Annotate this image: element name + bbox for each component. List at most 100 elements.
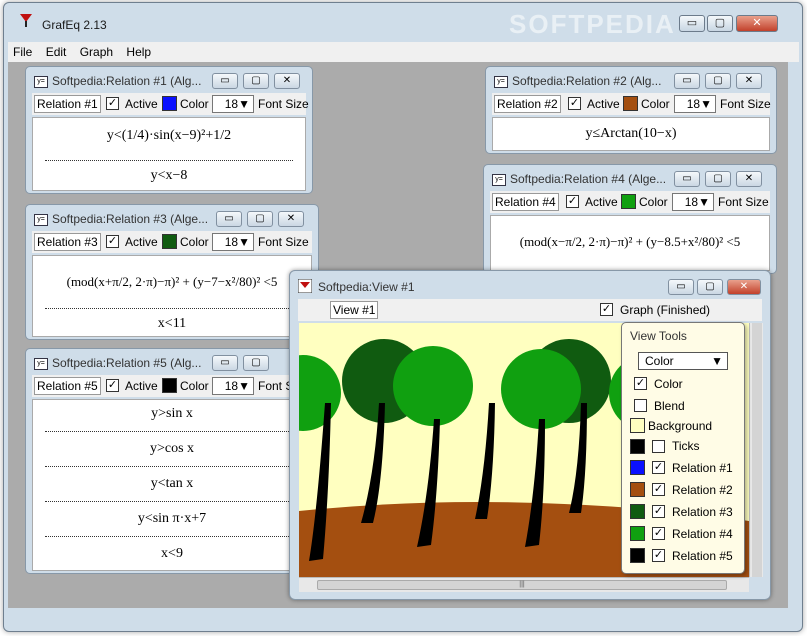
tools-relation-1-checkbox[interactable]: ✓ (652, 461, 665, 474)
relation-4-minimize[interactable]: ▭ (674, 171, 700, 187)
color-checkbox[interactable]: ✓ (634, 377, 647, 390)
relation-5-eq-2[interactable]: y>cos x (33, 441, 311, 457)
divider (45, 466, 299, 467)
relation-3-minimize[interactable]: ▭ (216, 211, 242, 227)
maximize-button[interactable]: ▢ (707, 15, 733, 32)
relation-4-equations[interactable]: (mod(x−π/2, 2·π)−π)² + (y−8.5+x²/80)² <5 (490, 215, 770, 271)
relation-3-maximize[interactable]: ▢ (247, 211, 273, 227)
view-minimize[interactable]: ▭ (668, 279, 694, 295)
horizontal-scrollbar[interactable]: ||| (299, 577, 749, 592)
relation-2-color-swatch[interactable] (623, 96, 638, 111)
tools-relation-4-checkbox[interactable]: ✓ (652, 527, 665, 540)
relation-2-close[interactable]: ✕ (736, 73, 762, 89)
relation-3-eq-2[interactable]: x<11 (33, 316, 311, 332)
relation-5-color-swatch[interactable] (162, 378, 177, 393)
chevron-down-icon: ▼ (711, 354, 723, 368)
minimize-button[interactable]: ▭ (679, 15, 705, 32)
relation-1-equations[interactable]: y<(1/4)·sin(x−9)²+1/2 y<x−8 (32, 117, 306, 191)
tools-relation-1-swatch[interactable] (630, 460, 645, 475)
menu-edit[interactable]: Edit (41, 42, 72, 62)
relation-window-icon: y= (34, 358, 48, 370)
relation-2-eq-1[interactable]: y≤Arctan(10−x) (493, 126, 769, 142)
relation-5-eq-5[interactable]: x<9 (33, 546, 311, 562)
relation-3-font-size-select[interactable]: 18▼ (212, 233, 254, 251)
relation-5-window: y= Softpedia:Relation #5 (Alg... ▭ ▢ Rel… (25, 348, 319, 574)
relation-2-equations[interactable]: y≤Arctan(10−x) (492, 117, 770, 151)
relation-3-window: y= Softpedia:Relation #3 (Alge... ▭ ▢ ✕ … (25, 204, 319, 340)
relation-4-maximize[interactable]: ▢ (705, 171, 731, 187)
relation-2-name-field[interactable]: Relation #2 (494, 95, 561, 113)
relation-1-minimize[interactable]: ▭ (212, 73, 238, 89)
relation-1-eq-2[interactable]: y<x−8 (33, 168, 305, 184)
relation-5-color-label: Color (180, 379, 209, 393)
menu-help[interactable]: Help (121, 42, 156, 62)
relation-4-active-checkbox[interactable]: ✓ (566, 195, 579, 208)
tree-light-2 (501, 349, 581, 429)
relation-5-equations[interactable]: y>sin x y>cos x y<tan x y<sin π·x+7 x<9 (32, 399, 312, 571)
relation-1-font-size-select[interactable]: 18▼ (212, 95, 254, 113)
relation-3-close[interactable]: ✕ (278, 211, 304, 227)
relation-4-color-swatch[interactable] (621, 194, 636, 209)
menu-graph[interactable]: Graph (75, 42, 118, 62)
background-color-swatch[interactable] (630, 418, 645, 433)
relation-2-title: Softpedia:Relation #2 (Alg... (512, 74, 662, 88)
tools-relation-2-swatch[interactable] (630, 482, 645, 497)
view-maximize[interactable]: ▢ (697, 279, 723, 295)
relation-4-font-size-select[interactable]: 18▼ (672, 193, 714, 211)
relation-3-active-checkbox[interactable]: ✓ (106, 235, 119, 248)
relation-4-close[interactable]: ✕ (736, 171, 762, 187)
ticks-color-swatch[interactable] (630, 439, 645, 454)
relation-2-maximize[interactable]: ▢ (705, 73, 731, 89)
relation-2-active-label: Active (587, 97, 620, 111)
relation-window-icon: y= (494, 76, 508, 88)
horizontal-scroll-thumb[interactable]: ||| (317, 580, 727, 590)
relation-4-name-field[interactable]: Relation #4 (492, 193, 559, 211)
main-titlebar[interactable]: GrafEq 2.13 SOFTPEDIA ▭ ▢ ✕ (4, 3, 802, 39)
relation-5-eq-4[interactable]: y<sin π·x+7 (33, 511, 311, 527)
view-close[interactable]: ✕ (727, 279, 761, 295)
relation-5-name-field[interactable]: Relation #5 (34, 377, 101, 395)
relation-2-minimize[interactable]: ▭ (674, 73, 700, 89)
relation-1-maximize[interactable]: ▢ (243, 73, 269, 89)
relation-4-eq-1[interactable]: (mod(x−π/2, 2·π)−π)² + (y−8.5+x²/80)² <5 (491, 234, 769, 250)
blend-checkbox[interactable] (634, 399, 647, 412)
tools-relation-5-swatch[interactable] (630, 548, 645, 563)
tools-mode-select[interactable]: Color ▼ (638, 352, 728, 370)
relation-2-font-size-select[interactable]: 18▼ (674, 95, 716, 113)
tools-relation-3-checkbox[interactable]: ✓ (652, 505, 665, 518)
tools-relation-4-swatch[interactable] (630, 526, 645, 541)
relation-5-eq-1[interactable]: y>sin x (33, 406, 311, 422)
view-name-field[interactable]: View #1 (330, 301, 379, 319)
relation-5-minimize[interactable]: ▭ (212, 355, 238, 371)
relation-3-equations[interactable]: (mod(x+π/2, 2·π)−π)² + (y−7−x²/80)² <5 x… (32, 255, 312, 337)
app-icon[interactable] (18, 12, 34, 28)
view-tools-title: View Tools (630, 329, 687, 343)
relation-1-close[interactable]: ✕ (274, 73, 300, 89)
relation-1-name-field[interactable]: Relation #1 (34, 95, 101, 113)
relation-1-eq-1[interactable]: y<(1/4)·sin(x−9)²+1/2 (33, 128, 305, 144)
relation-5-eq-3[interactable]: y<tan x (33, 476, 311, 492)
relation-1-color-swatch[interactable] (162, 96, 177, 111)
graph-finished-checkbox[interactable]: ✓ (600, 303, 613, 316)
background-label: Background (648, 419, 713, 433)
relation-5-active-checkbox[interactable]: ✓ (106, 379, 119, 392)
softpedia-watermark: SOFTPEDIA (509, 9, 676, 39)
relation-3-eq-1[interactable]: (mod(x+π/2, 2·π)−π)² + (y−7−x²/80)² <5 (33, 274, 311, 290)
tools-relation-5-checkbox[interactable]: ✓ (652, 549, 665, 562)
menu-bar: File Edit Graph Help (8, 42, 799, 62)
relation-3-name-field[interactable]: Relation #3 (34, 233, 101, 251)
vertical-scrollbar[interactable] (749, 323, 763, 577)
relation-1-active-checkbox[interactable]: ✓ (106, 97, 119, 110)
close-button[interactable]: ✕ (736, 15, 778, 32)
vertical-scroll-thumb[interactable] (752, 323, 762, 577)
menu-file[interactable]: File (8, 42, 37, 62)
relation-5-maximize[interactable]: ▢ (243, 355, 269, 371)
relation-3-font-size-label: Font Size (258, 235, 309, 249)
tools-relation-5-label: Relation #5 (672, 549, 733, 563)
relation-3-color-swatch[interactable] (162, 234, 177, 249)
relation-5-font-size-select[interactable]: 18▼ (212, 377, 254, 395)
tools-relation-2-checkbox[interactable]: ✓ (652, 483, 665, 496)
tools-relation-3-swatch[interactable] (630, 504, 645, 519)
ticks-checkbox[interactable] (652, 440, 665, 453)
relation-2-active-checkbox[interactable]: ✓ (568, 97, 581, 110)
